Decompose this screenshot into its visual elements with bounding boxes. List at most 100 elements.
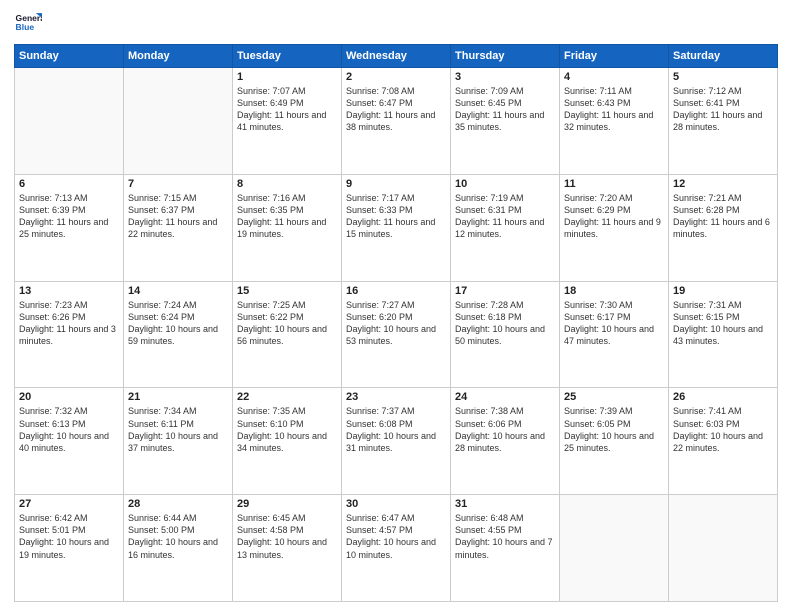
weekday-header-sunday: Sunday [15,45,124,68]
week-row-4: 27 Sunrise: 6:42 AM Sunset: 5:01 PM Dayli… [15,495,778,602]
weekday-header-thursday: Thursday [451,45,560,68]
page: General Blue SundayMondayTuesdayWednesda… [0,0,792,612]
day-info: Sunrise: 6:48 AM Sunset: 4:55 PM Dayligh… [455,512,555,561]
day-number: 3 [455,71,555,83]
calendar-cell: 31 Sunrise: 6:48 AM Sunset: 4:55 PM Dayli… [451,495,560,602]
day-info: Sunrise: 7:34 AM Sunset: 6:11 PM Dayligh… [128,405,228,454]
day-number: 23 [346,391,446,403]
calendar-cell [560,495,669,602]
logo: General Blue [14,10,42,38]
day-info: Sunrise: 6:47 AM Sunset: 4:57 PM Dayligh… [346,512,446,561]
day-info: Sunrise: 7:24 AM Sunset: 6:24 PM Dayligh… [128,299,228,348]
calendar-cell: 4 Sunrise: 7:11 AM Sunset: 6:43 PM Daylig… [560,68,669,175]
day-info: Sunrise: 7:31 AM Sunset: 6:15 PM Dayligh… [673,299,773,348]
calendar-cell: 29 Sunrise: 6:45 AM Sunset: 4:58 PM Dayli… [233,495,342,602]
calendar-cell: 7 Sunrise: 7:15 AM Sunset: 6:37 PM Daylig… [124,174,233,281]
day-number: 15 [237,285,337,297]
calendar-cell: 5 Sunrise: 7:12 AM Sunset: 6:41 PM Daylig… [669,68,778,175]
day-number: 11 [564,178,664,190]
day-info: Sunrise: 7:19 AM Sunset: 6:31 PM Dayligh… [455,192,555,241]
day-number: 2 [346,71,446,83]
day-info: Sunrise: 7:12 AM Sunset: 6:41 PM Dayligh… [673,85,773,134]
weekday-header-wednesday: Wednesday [342,45,451,68]
svg-text:Blue: Blue [16,22,35,32]
weekday-header-friday: Friday [560,45,669,68]
calendar-cell: 28Sunrise: 6:44 AM Sunset: 5:00 PM Dayli… [124,495,233,602]
day-info: Sunrise: 7:07 AM Sunset: 6:49 PM Dayligh… [237,85,337,134]
day-info: Sunrise: 6:45 AM Sunset: 4:58 PM Dayligh… [237,512,337,561]
calendar-cell: 6 Sunrise: 7:13 AM Sunset: 6:39 PM Daylig… [15,174,124,281]
day-info: Sunrise: 6:42 AM Sunset: 5:01 PM Dayligh… [19,512,119,561]
day-number: 7 [128,178,228,190]
calendar-cell: 12 Sunrise: 7:21 AM Sunset: 6:28 PM Dayli… [669,174,778,281]
calendar-cell: 26Sunrise: 7:41 AM Sunset: 6:03 PM Dayli… [669,388,778,495]
day-number: 5 [673,71,773,83]
day-number: 8 [237,178,337,190]
day-info: Sunrise: 7:21 AM Sunset: 6:28 PM Dayligh… [673,192,773,241]
day-number: 6 [19,178,119,190]
weekday-header-tuesday: Tuesday [233,45,342,68]
calendar-cell: 17 Sunrise: 7:28 AM Sunset: 6:18 PM Dayli… [451,281,560,388]
day-info: Sunrise: 7:37 AM Sunset: 6:08 PM Dayligh… [346,405,446,454]
calendar-cell: 11 Sunrise: 7:20 AM Sunset: 6:29 PM Dayli… [560,174,669,281]
header: General Blue [14,10,778,38]
calendar-cell: 19Sunrise: 7:31 AM Sunset: 6:15 PM Dayli… [669,281,778,388]
calendar-cell: 14 Sunrise: 7:24 AM Sunset: 6:24 PM Dayli… [124,281,233,388]
calendar-cell: 3 Sunrise: 7:09 AM Sunset: 6:45 PM Daylig… [451,68,560,175]
calendar-cell: 27 Sunrise: 6:42 AM Sunset: 5:01 PM Dayli… [15,495,124,602]
weekday-header-row: SundayMondayTuesdayWednesdayThursdayFrid… [15,45,778,68]
calendar-cell: 21 Sunrise: 7:34 AM Sunset: 6:11 PM Dayli… [124,388,233,495]
calendar-cell: 30Sunrise: 6:47 AM Sunset: 4:57 PM Dayli… [342,495,451,602]
calendar-cell: 10 Sunrise: 7:19 AM Sunset: 6:31 PM Dayli… [451,174,560,281]
calendar-cell: 22 Sunrise: 7:35 AM Sunset: 6:10 PM Dayli… [233,388,342,495]
day-info: Sunrise: 7:15 AM Sunset: 6:37 PM Dayligh… [128,192,228,241]
day-number: 22 [237,391,337,403]
calendar-cell: 20 Sunrise: 7:32 AM Sunset: 6:13 PM Dayli… [15,388,124,495]
day-number: 31 [455,498,555,510]
day-number: 12 [673,178,773,190]
day-info: Sunrise: 7:11 AM Sunset: 6:43 PM Dayligh… [564,85,664,134]
day-number: 16 [346,285,446,297]
calendar-cell: 9Sunrise: 7:17 AM Sunset: 6:33 PM Daylig… [342,174,451,281]
week-row-0: 1 Sunrise: 7:07 AM Sunset: 6:49 PM Daylig… [15,68,778,175]
day-info: Sunrise: 7:08 AM Sunset: 6:47 PM Dayligh… [346,85,446,134]
day-number: 13 [19,285,119,297]
day-number: 4 [564,71,664,83]
day-info: Sunrise: 7:39 AM Sunset: 6:05 PM Dayligh… [564,405,664,454]
calendar-cell: 18Sunrise: 7:30 AM Sunset: 6:17 PM Dayli… [560,281,669,388]
day-info: Sunrise: 7:17 AM Sunset: 6:33 PM Dayligh… [346,192,446,241]
week-row-3: 20 Sunrise: 7:32 AM Sunset: 6:13 PM Dayli… [15,388,778,495]
day-number: 18 [564,285,664,297]
weekday-header-monday: Monday [124,45,233,68]
calendar-cell [124,68,233,175]
calendar-cell: 1 Sunrise: 7:07 AM Sunset: 6:49 PM Daylig… [233,68,342,175]
week-row-1: 6 Sunrise: 7:13 AM Sunset: 6:39 PM Daylig… [15,174,778,281]
calendar-cell: 8Sunrise: 7:16 AM Sunset: 6:35 PM Daylig… [233,174,342,281]
day-number: 17 [455,285,555,297]
day-info: Sunrise: 7:20 AM Sunset: 6:29 PM Dayligh… [564,192,664,241]
day-info: Sunrise: 7:28 AM Sunset: 6:18 PM Dayligh… [455,299,555,348]
day-info: Sunrise: 7:09 AM Sunset: 6:45 PM Dayligh… [455,85,555,134]
day-number: 21 [128,391,228,403]
calendar-cell [669,495,778,602]
calendar-cell: 25 Sunrise: 7:39 AM Sunset: 6:05 PM Dayli… [560,388,669,495]
day-number: 26 [673,391,773,403]
day-number: 10 [455,178,555,190]
day-number: 14 [128,285,228,297]
day-number: 20 [19,391,119,403]
day-info: Sunrise: 7:13 AM Sunset: 6:39 PM Dayligh… [19,192,119,241]
calendar-cell [15,68,124,175]
day-number: 24 [455,391,555,403]
day-number: 27 [19,498,119,510]
day-info: Sunrise: 7:32 AM Sunset: 6:13 PM Dayligh… [19,405,119,454]
day-number: 1 [237,71,337,83]
weekday-header-saturday: Saturday [669,45,778,68]
day-info: Sunrise: 7:27 AM Sunset: 6:20 PM Dayligh… [346,299,446,348]
day-info: Sunrise: 6:44 AM Sunset: 5:00 PM Dayligh… [128,512,228,561]
day-number: 29 [237,498,337,510]
day-info: Sunrise: 7:35 AM Sunset: 6:10 PM Dayligh… [237,405,337,454]
logo-icon: General Blue [14,10,42,38]
calendar-cell: 24Sunrise: 7:38 AM Sunset: 6:06 PM Dayli… [451,388,560,495]
day-number: 25 [564,391,664,403]
calendar-cell: 2 Sunrise: 7:08 AM Sunset: 6:47 PM Daylig… [342,68,451,175]
